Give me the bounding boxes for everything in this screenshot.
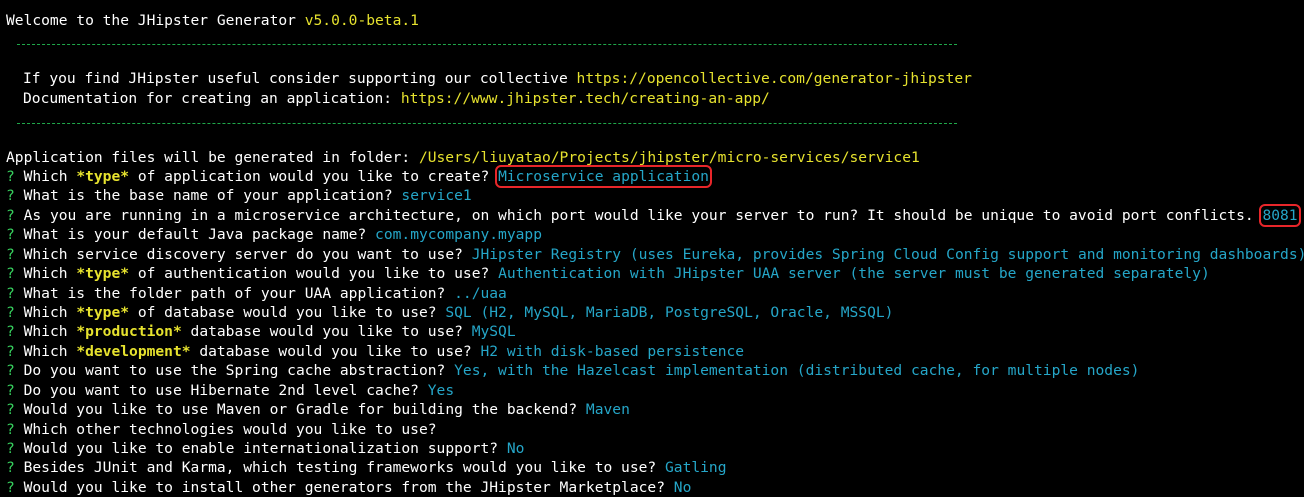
prompt-marker: ?	[6, 382, 15, 399]
question-other-tech: ? Which other technologies would you lik…	[6, 420, 445, 439]
prompt-marker: ?	[6, 440, 15, 457]
question-text: Would you like to install other generato…	[23, 479, 674, 496]
question-text: Would you like to enable internationaliz…	[23, 440, 507, 457]
docs-url[interactable]: https://www.jhipster.tech/creating-an-ap…	[401, 90, 770, 107]
question-text: Would you like to use Maven or Gradle fo…	[23, 401, 586, 418]
question-text-rest: of application would you like to create?	[129, 168, 499, 185]
answer-prod-db: MySQL	[471, 323, 516, 340]
question-testing: ? Besides JUnit and Karma, which testing…	[6, 458, 727, 477]
terminal-window: Welcome to the JHipster Generator v5.0.0…	[0, 0, 1304, 497]
prompt-marker: ?	[6, 187, 15, 204]
question-base-name: ? What is the base name of your applicat…	[6, 186, 472, 205]
welcome-line: Welcome to the JHipster Generator v5.0.0…	[6, 11, 419, 30]
answer-app-type: Microservice application	[495, 165, 712, 188]
support-text: If you find JHipster useful consider sup…	[23, 70, 577, 87]
question-text-rest: database would you like to use?	[190, 343, 481, 360]
question-emphasis: *development*	[76, 343, 191, 360]
question-auth-type: ? Which *type* of authentication would y…	[6, 264, 1210, 283]
answer-package: com.mycompany.myapp	[375, 226, 542, 243]
answer-i18n: No	[506, 440, 525, 457]
answer-build-tool: Maven	[585, 401, 630, 418]
question-text: Which	[23, 304, 77, 321]
question-service-discovery: ? Which service discovery server do you …	[6, 245, 1304, 264]
support-line: If you find JHipster useful consider sup…	[23, 69, 972, 88]
question-app-type: ? Which *type* of application would you …	[6, 165, 712, 188]
prompt-marker: ?	[6, 459, 15, 476]
prompt-marker: ?	[6, 479, 15, 496]
question-text: Which	[23, 323, 77, 340]
question-text: What is your default Java package name?	[23, 226, 376, 243]
version-text: v5.0.0-beta.1	[304, 12, 419, 29]
question-text: Besides JUnit and Karma, which testing f…	[23, 459, 665, 476]
prompt-marker: ?	[6, 304, 15, 321]
separator-top	[17, 44, 957, 45]
question-prod-db: ? Which *production* database would you …	[6, 322, 516, 341]
question-text: Which other technologies would you like …	[23, 421, 446, 438]
prompt-marker: ?	[6, 285, 15, 302]
answer-port: 8081	[1259, 204, 1301, 227]
question-text: Which	[23, 343, 77, 360]
question-i18n: ? Would you like to enable international…	[6, 439, 524, 458]
answer-marketplace: No	[673, 479, 692, 496]
prompt-marker: ?	[6, 343, 15, 360]
docs-line: Documentation for creating an applicatio…	[23, 89, 770, 108]
answer-auth-type: Authentication with JHipster UAA server …	[498, 265, 1210, 282]
folder-line: Application files will be generated in f…	[6, 148, 920, 167]
answer-hibernate-cache: Yes	[427, 382, 455, 399]
prompt-marker: ?	[6, 207, 15, 224]
question-port: ? As you are running in a microservice a…	[6, 204, 1301, 227]
prompt-marker: ?	[6, 362, 15, 379]
question-uaa-path: ? What is the folder path of your UAA ap…	[6, 284, 507, 303]
question-hibernate-cache: ? Do you want to use Hibernate 2nd level…	[6, 381, 454, 400]
folder-path: /Users/liuyatao/Projects/jhipster/micro-…	[418, 149, 920, 166]
question-text: Do you want to use the Spring cache abst…	[23, 362, 455, 379]
answer-testing: Gatling	[665, 459, 727, 476]
question-text: Which	[23, 168, 77, 185]
question-text: As you are running in a microservice arc…	[23, 207, 1263, 224]
prompt-marker: ?	[6, 265, 15, 282]
question-text-rest: of authentication would you like to use?	[129, 265, 499, 282]
prompt-marker: ?	[6, 323, 15, 340]
welcome-text: Welcome to the JHipster Generator	[6, 12, 305, 29]
prompt-marker: ?	[6, 226, 15, 243]
question-build-tool: ? Would you like to use Maven or Gradle …	[6, 400, 630, 419]
answer-spring-cache: Yes, with the Hazelcast implementation (…	[454, 362, 1140, 379]
docs-text: Documentation for creating an applicatio…	[23, 90, 401, 107]
question-text: Which	[23, 265, 77, 282]
question-text: What is the folder path of your UAA appl…	[23, 285, 455, 302]
question-package: ? What is your default Java package name…	[6, 225, 542, 244]
answer-dev-db: H2 with disk-based persistence	[480, 343, 745, 360]
question-emphasis: *type*	[76, 304, 130, 321]
prompt-marker: ?	[6, 421, 15, 438]
question-emphasis: *type*	[76, 168, 130, 185]
question-emphasis: *type*	[76, 265, 130, 282]
question-text: Do you want to use Hibernate 2nd level c…	[23, 382, 428, 399]
question-db-type: ? Which *type* of database would you lik…	[6, 303, 893, 322]
answer-db-type: SQL (H2, MySQL, MariaDB, PostgreSQL, Ora…	[445, 304, 894, 321]
question-spring-cache: ? Do you want to use the Spring cache ab…	[6, 361, 1139, 380]
prompt-marker: ?	[6, 168, 15, 185]
question-text: Which service discovery server do you wa…	[23, 246, 472, 263]
answer-base-name: service1	[401, 187, 472, 204]
answer-uaa-path: ../uaa	[454, 285, 507, 302]
support-url[interactable]: https://opencollective.com/generator-jhi…	[577, 70, 972, 87]
folder-text: Application files will be generated in f…	[6, 149, 419, 166]
question-text-rest: of database would you like to use?	[129, 304, 446, 321]
prompt-marker: ?	[6, 246, 15, 263]
prompt-marker: ?	[6, 401, 15, 418]
question-text: What is the base name of your applicatio…	[23, 187, 402, 204]
question-dev-db: ? Which *development* database would you…	[6, 342, 744, 361]
answer-service-discovery: JHipster Registry (uses Eureka, provides…	[471, 246, 1304, 263]
separator-bottom	[17, 123, 957, 124]
question-text-rest: database would you like to use?	[181, 323, 472, 340]
question-marketplace: ? Would you like to install other genera…	[6, 478, 691, 497]
question-emphasis: *production*	[76, 323, 182, 340]
